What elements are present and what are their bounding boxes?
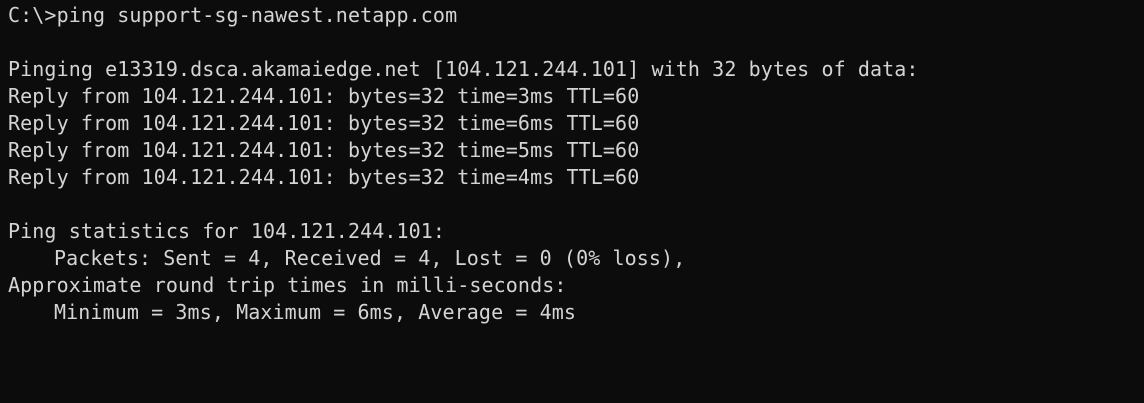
reply-line: Reply from 104.121.244.101: bytes=32 tim… bbox=[8, 111, 640, 135]
reply-line: Reply from 104.121.244.101: bytes=32 tim… bbox=[8, 84, 640, 108]
ping-statistics-line: Ping statistics for 104.121.244.101: bbox=[8, 219, 446, 243]
round-trip-header-line: Approximate round trip times in milli-se… bbox=[8, 273, 567, 297]
round-trip-stats-line: Minimum = 3ms, Maximum = 6ms, Average = … bbox=[54, 300, 577, 324]
pinging-header-line: Pinging e13319.dsca.akamaiedge.net [104.… bbox=[8, 57, 919, 81]
reply-line: Reply from 104.121.244.101: bytes=32 tim… bbox=[8, 165, 640, 189]
terminal-window[interactable]: C:\>ping support-sg-nawest.netapp.com Pi… bbox=[0, 2, 1144, 403]
reply-line: Reply from 104.121.244.101: bytes=32 tim… bbox=[8, 138, 640, 162]
packets-stats-line: Packets: Sent = 4, Received = 4, Lost = … bbox=[54, 246, 686, 270]
command-prompt-line: C:\>ping support-sg-nawest.netapp.com bbox=[8, 3, 458, 27]
